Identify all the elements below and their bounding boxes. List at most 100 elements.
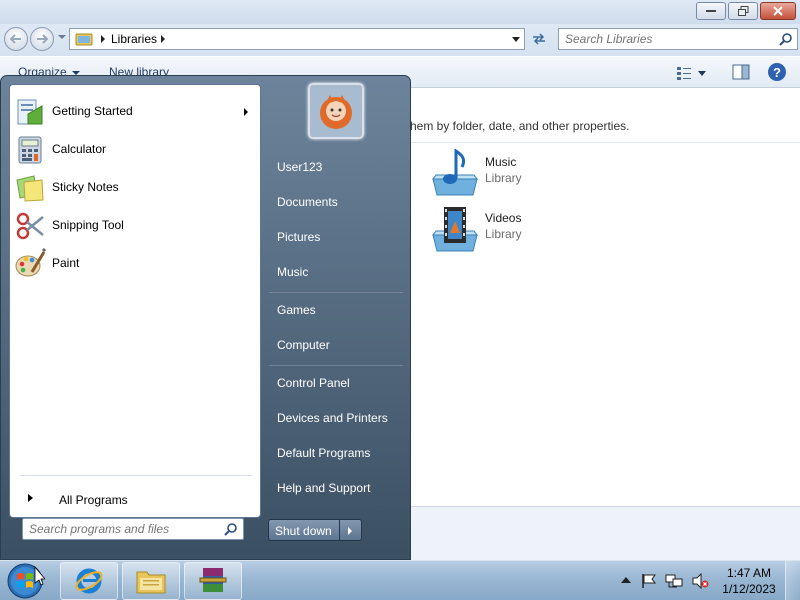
search-icon[interactable] (779, 32, 793, 46)
menu-item-pictures[interactable]: Pictures (269, 222, 403, 252)
menu-item-documents[interactable]: Documents (269, 187, 403, 217)
submenu-arrow-icon[interactable] (244, 108, 248, 116)
menu-item-label: Computer (277, 338, 330, 352)
library-search-input[interactable] (559, 29, 769, 49)
taskbar-windows-explorer[interactable] (122, 562, 180, 600)
program-getting-started[interactable]: Getting Started (10, 93, 260, 129)
paint-palette-icon (15, 248, 46, 277)
library-description: hem by folder, date, and other propertie… (410, 119, 630, 133)
menu-item-label: Pictures (277, 230, 321, 244)
library-type: Library (485, 171, 522, 185)
menu-item-computer[interactable]: Computer (269, 330, 403, 360)
restore-button[interactable] (728, 2, 758, 20)
svg-text:?: ? (773, 65, 781, 80)
title-bar[interactable] (0, 0, 800, 24)
search-icon[interactable] (224, 522, 238, 536)
start-search-box[interactable] (22, 518, 244, 540)
user-picture[interactable] (308, 83, 364, 139)
minimize-button[interactable] (696, 2, 726, 20)
address-dropdown-icon[interactable] (512, 37, 520, 42)
menu-item-label: User123 (277, 160, 323, 174)
program-label: Paint (52, 256, 80, 270)
library-name: Music (485, 155, 517, 169)
taskbar: 1:47 AM 1/12/2023 (0, 560, 800, 600)
show-desktop-button[interactable] (785, 561, 800, 600)
program-label: Sticky Notes (52, 180, 119, 194)
all-programs-button[interactable]: All Programs (20, 485, 252, 513)
programs-pane: Getting Started Calculator Sticky Notes (9, 84, 261, 518)
winrar-icon (199, 568, 227, 592)
program-paint[interactable]: Paint (10, 245, 260, 281)
back-arrow-icon (10, 34, 21, 44)
menu-item-label: Documents (277, 195, 338, 209)
program-snipping-tool[interactable]: Snipping Tool (10, 207, 260, 243)
forward-arrow-icon (37, 34, 48, 44)
address-bar[interactable]: Libraries (69, 28, 525, 50)
programs-divider (20, 475, 252, 476)
network-icon[interactable] (665, 573, 683, 589)
menu-item-help-support[interactable]: Help and Support (269, 473, 403, 503)
menu-item-user[interactable]: User123 (269, 152, 403, 182)
library-name: Videos (485, 211, 522, 225)
refresh-button[interactable] (527, 28, 551, 50)
program-label: Snipping Tool (52, 218, 124, 232)
start-button[interactable] (5, 562, 45, 600)
program-calculator[interactable]: Calculator (10, 131, 260, 167)
menu-item-label: Games (277, 303, 316, 317)
getting-started-icon (17, 99, 43, 125)
user-avatar-icon (310, 85, 362, 137)
help-icon[interactable]: ? (767, 62, 787, 82)
action-center-flag-icon[interactable] (641, 573, 657, 589)
forward-button[interactable] (30, 27, 54, 51)
menu-item-label: Help and Support (277, 481, 371, 495)
internet-explorer-icon (75, 568, 103, 594)
menu-item-default-programs[interactable]: Default Programs (269, 438, 403, 468)
program-sticky-notes[interactable]: Sticky Notes (10, 169, 260, 205)
scissors-icon (16, 212, 44, 240)
content-divider (400, 142, 800, 143)
music-library-icon (432, 149, 478, 196)
program-label: Getting Started (52, 104, 133, 118)
breadcrumb-chevron-icon[interactable] (101, 35, 105, 43)
calculator-icon (18, 136, 42, 164)
restore-icon (737, 6, 748, 16)
library-item-videos[interactable]: Videos Library (430, 205, 590, 255)
chevron-down-icon (698, 70, 706, 76)
shutdown-button[interactable]: Shut down (268, 519, 340, 541)
all-programs-label: All Programs (59, 493, 128, 507)
library-item-music[interactable]: Music Library (430, 149, 590, 199)
sticky-notes-icon (16, 175, 44, 202)
menu-item-control-panel[interactable]: Control Panel (269, 368, 403, 398)
windows-explorer-icon (136, 571, 166, 594)
breadcrumb-libraries[interactable]: Libraries (111, 32, 157, 46)
menu-item-music[interactable]: Music (269, 257, 403, 287)
navigation-bar: Libraries (0, 24, 800, 56)
menu-item-games[interactable]: Games (269, 295, 403, 325)
menu-item-label: Default Programs (277, 446, 371, 460)
library-search-box[interactable] (558, 28, 798, 50)
taskbar-winrar[interactable] (184, 562, 242, 600)
all-programs-arrow-icon (28, 494, 33, 502)
notification-area (615, 561, 715, 600)
library-type: Library (485, 227, 522, 241)
clock-time: 1:47 AM (726, 566, 772, 580)
recent-pages-dropdown[interactable] (58, 35, 66, 39)
menu-item-devices-printers[interactable]: Devices and Printers (269, 403, 403, 433)
taskbar-internet-explorer[interactable] (60, 562, 118, 600)
refresh-icon (533, 33, 545, 45)
show-hidden-icons-icon[interactable] (621, 576, 631, 584)
change-view-button[interactable] (676, 64, 712, 82)
system-clock[interactable]: 1:47 AM 1/12/2023 (718, 565, 780, 597)
program-label: Calculator (52, 142, 107, 156)
start-search-input[interactable] (23, 519, 215, 539)
menu-item-label: Music (277, 265, 309, 279)
menu-separator (269, 365, 403, 366)
close-button[interactable] (760, 2, 796, 20)
breadcrumb-chevron-icon[interactable] (161, 35, 166, 43)
preview-pane-icon[interactable] (732, 64, 750, 80)
videos-library-icon (432, 207, 478, 252)
view-options-icon (677, 67, 691, 80)
volume-muted-icon[interactable] (691, 573, 709, 589)
shutdown-options-button[interactable] (340, 519, 362, 541)
back-button[interactable] (4, 27, 28, 51)
